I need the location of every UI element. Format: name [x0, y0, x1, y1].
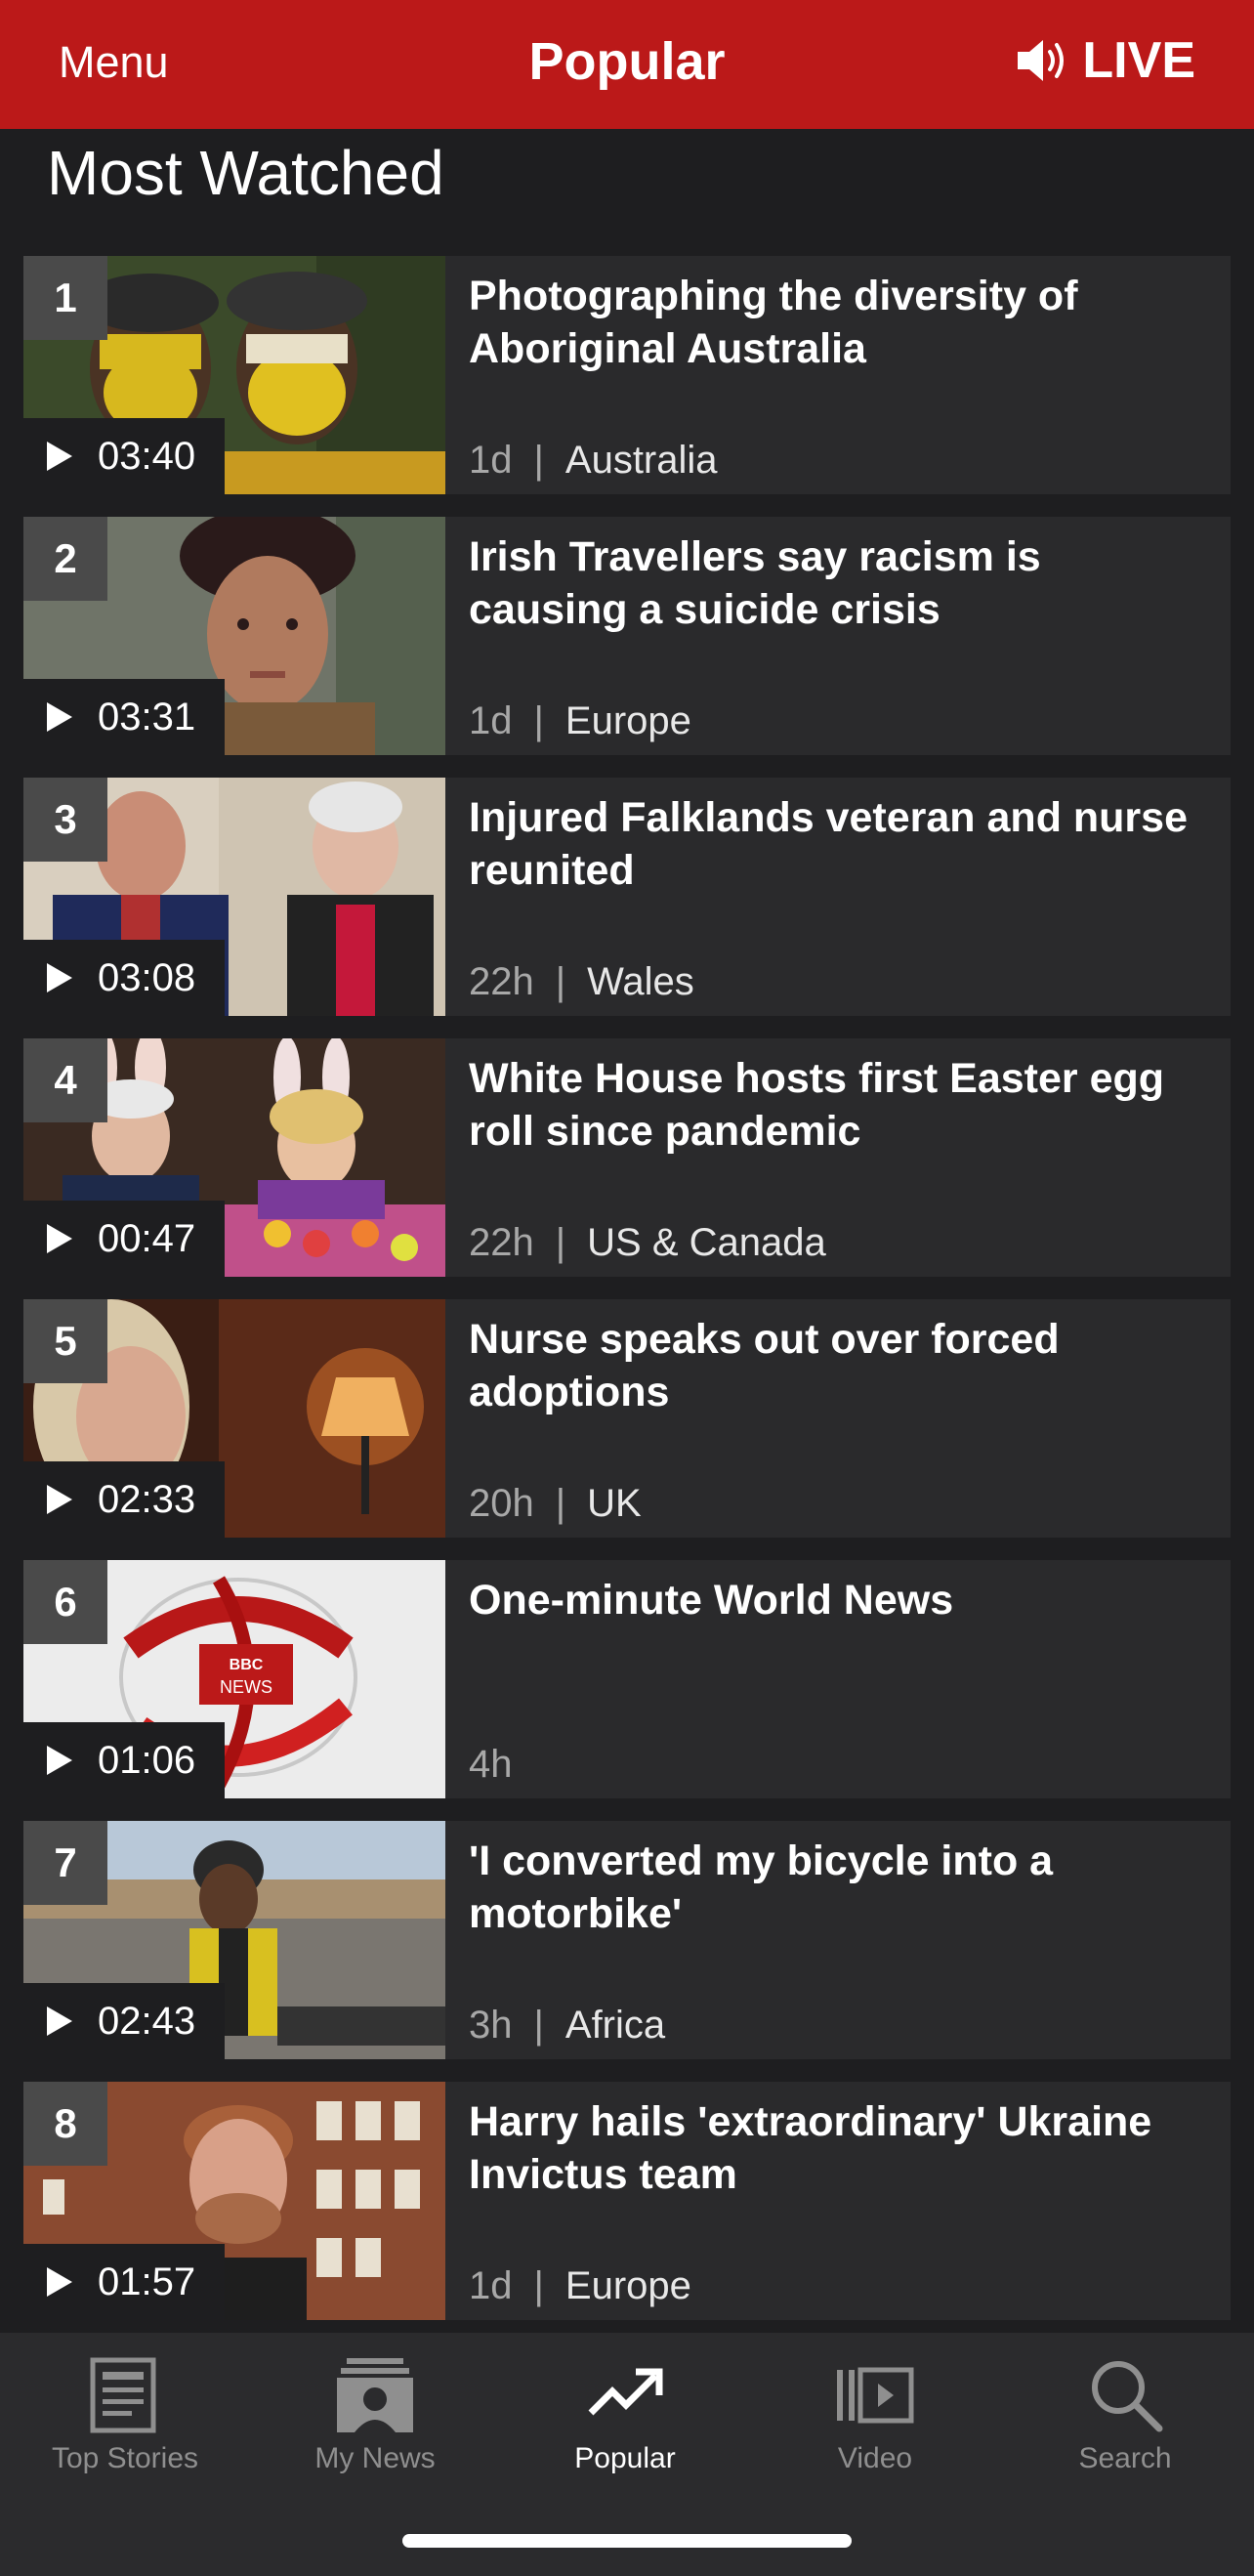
tab-my-news[interactable]: My News [250, 2352, 500, 2475]
item-meta: 1d | Europe [469, 699, 691, 742]
headline[interactable]: Nurse speaks out over forced adoptions [469, 1313, 1201, 1418]
tab-popular[interactable]: Popular [500, 2352, 750, 2475]
headline[interactable]: Harry hails 'extraordinary' Ukraine Invi… [469, 2095, 1201, 2201]
duration-badge: 02:43 [23, 1983, 225, 2059]
svg-text:BBC: BBC [230, 1657, 264, 1673]
tab-search[interactable]: Search [1000, 2352, 1250, 2475]
easter-bunny-thumbnail: 4 00:47 [23, 1038, 445, 1277]
tab-top-stories[interactable]: Top Stories [0, 2352, 250, 2475]
headline[interactable]: Irish Travellers say racism is causing a… [469, 530, 1201, 636]
play-icon [47, 2006, 72, 2036]
list-item[interactable]: 3 03:08 Injured Falklands veteran and nu… [23, 778, 1231, 1016]
rank-badge: 8 [23, 2082, 107, 2166]
rank-badge: 5 [23, 1299, 107, 1383]
top-bar: Menu Popular LIVE [0, 0, 1254, 129]
duration-badge: 02:33 [23, 1461, 225, 1538]
bbc-news-globe-thumbnail: BBC NEWS 6 01:06 [23, 1560, 445, 1798]
my-news-icon [337, 2358, 413, 2432]
list-item[interactable]: 1 03:40 Photographing the diversity of A… [23, 256, 1231, 494]
duration-badge: 00:47 [23, 1201, 225, 1277]
tab-label: Popular [574, 2442, 676, 2474]
rank-badge: 6 [23, 1560, 107, 1644]
tab-label: Search [1078, 2442, 1172, 2474]
newspaper-icon [90, 2357, 156, 2433]
live-button[interactable]: LIVE [1014, 31, 1195, 90]
item-meta: 20h | UK [469, 1482, 642, 1525]
play-icon [47, 1224, 72, 1253]
play-icon [47, 702, 72, 732]
tab-label: My News [314, 2442, 436, 2474]
tab-label: Top Stories [51, 2442, 199, 2474]
duration-badge: 03:08 [23, 940, 225, 1016]
rank-badge: 2 [23, 517, 107, 601]
rank-badge: 3 [23, 778, 107, 862]
headline[interactable]: Injured Falklands veteran and nurse reun… [469, 791, 1201, 897]
aboriginal-faces-thumbnail: 1 03:40 [23, 256, 445, 494]
video-list: 1 03:40 Photographing the diversity of A… [23, 256, 1231, 2343]
list-item[interactable]: 8 01:57 Harry hails 'extraordinary' Ukra… [23, 2082, 1231, 2320]
item-meta: 1d | Australia [469, 439, 718, 482]
play-icon [47, 1746, 72, 1775]
item-meta: 3h | Africa [469, 2004, 666, 2047]
section-title: Most Watched [47, 138, 444, 208]
veteran-nurse-thumbnail: 3 03:08 [23, 778, 445, 1016]
headline[interactable]: 'I converted my bicycle into a motorbike… [469, 1835, 1201, 1940]
list-item[interactable]: 5 02:33 Nurse speaks out over forced ado… [23, 1299, 1231, 1538]
svg-text:NEWS: NEWS [220, 1677, 272, 1697]
speaker-icon [1018, 40, 1065, 81]
list-item[interactable]: BBC NEWS 6 01:06 One-minute World News 4… [23, 1560, 1231, 1798]
prince-harry-thumbnail: 8 01:57 [23, 2082, 445, 2320]
search-icon [1092, 2361, 1163, 2432]
play-icon [47, 2267, 72, 2297]
item-meta: 22h | Wales [469, 960, 694, 1003]
duration-badge: 03:40 [23, 418, 225, 494]
list-item[interactable]: 2 03:31 Irish Travellers say racism is c… [23, 517, 1231, 755]
duration-badge: 01:57 [23, 2244, 225, 2320]
headline[interactable]: White House hosts first Easter egg roll … [469, 1052, 1201, 1158]
play-icon [47, 1485, 72, 1514]
rank-badge: 7 [23, 1821, 107, 1905]
duration-badge: 01:06 [23, 1722, 225, 1798]
headline[interactable]: Photographing the diversity of Aborigina… [469, 270, 1201, 375]
list-item[interactable]: 4 00:47 White House hosts first Easter e… [23, 1038, 1231, 1277]
tab-label: Video [837, 2442, 913, 2474]
menu-button[interactable]: Menu [59, 37, 169, 88]
headline[interactable]: One-minute World News [469, 1574, 1201, 1626]
item-meta: 1d | Europe [469, 2264, 691, 2307]
trending-icon [588, 2368, 663, 2416]
nurse-lamp-thumbnail: 5 02:33 [23, 1299, 445, 1538]
play-icon [47, 442, 72, 471]
tab-video[interactable]: Video [750, 2352, 1000, 2475]
item-meta: 4h [469, 1743, 513, 1786]
bicycle-motorbike-thumbnail: 7 02:43 [23, 1821, 445, 2059]
duration-badge: 03:31 [23, 679, 225, 755]
play-icon [47, 963, 72, 992]
rank-badge: 4 [23, 1038, 107, 1122]
rank-badge: 1 [23, 256, 107, 340]
home-indicator[interactable] [402, 2534, 852, 2548]
list-item[interactable]: 7 02:43 'I converted my bicycle into a m… [23, 1821, 1231, 2059]
item-meta: 22h | US & Canada [469, 1221, 826, 1264]
live-label: LIVE [1082, 32, 1195, 89]
woman-portrait-thumbnail: 2 03:31 [23, 517, 445, 755]
video-icon [837, 2367, 914, 2424]
